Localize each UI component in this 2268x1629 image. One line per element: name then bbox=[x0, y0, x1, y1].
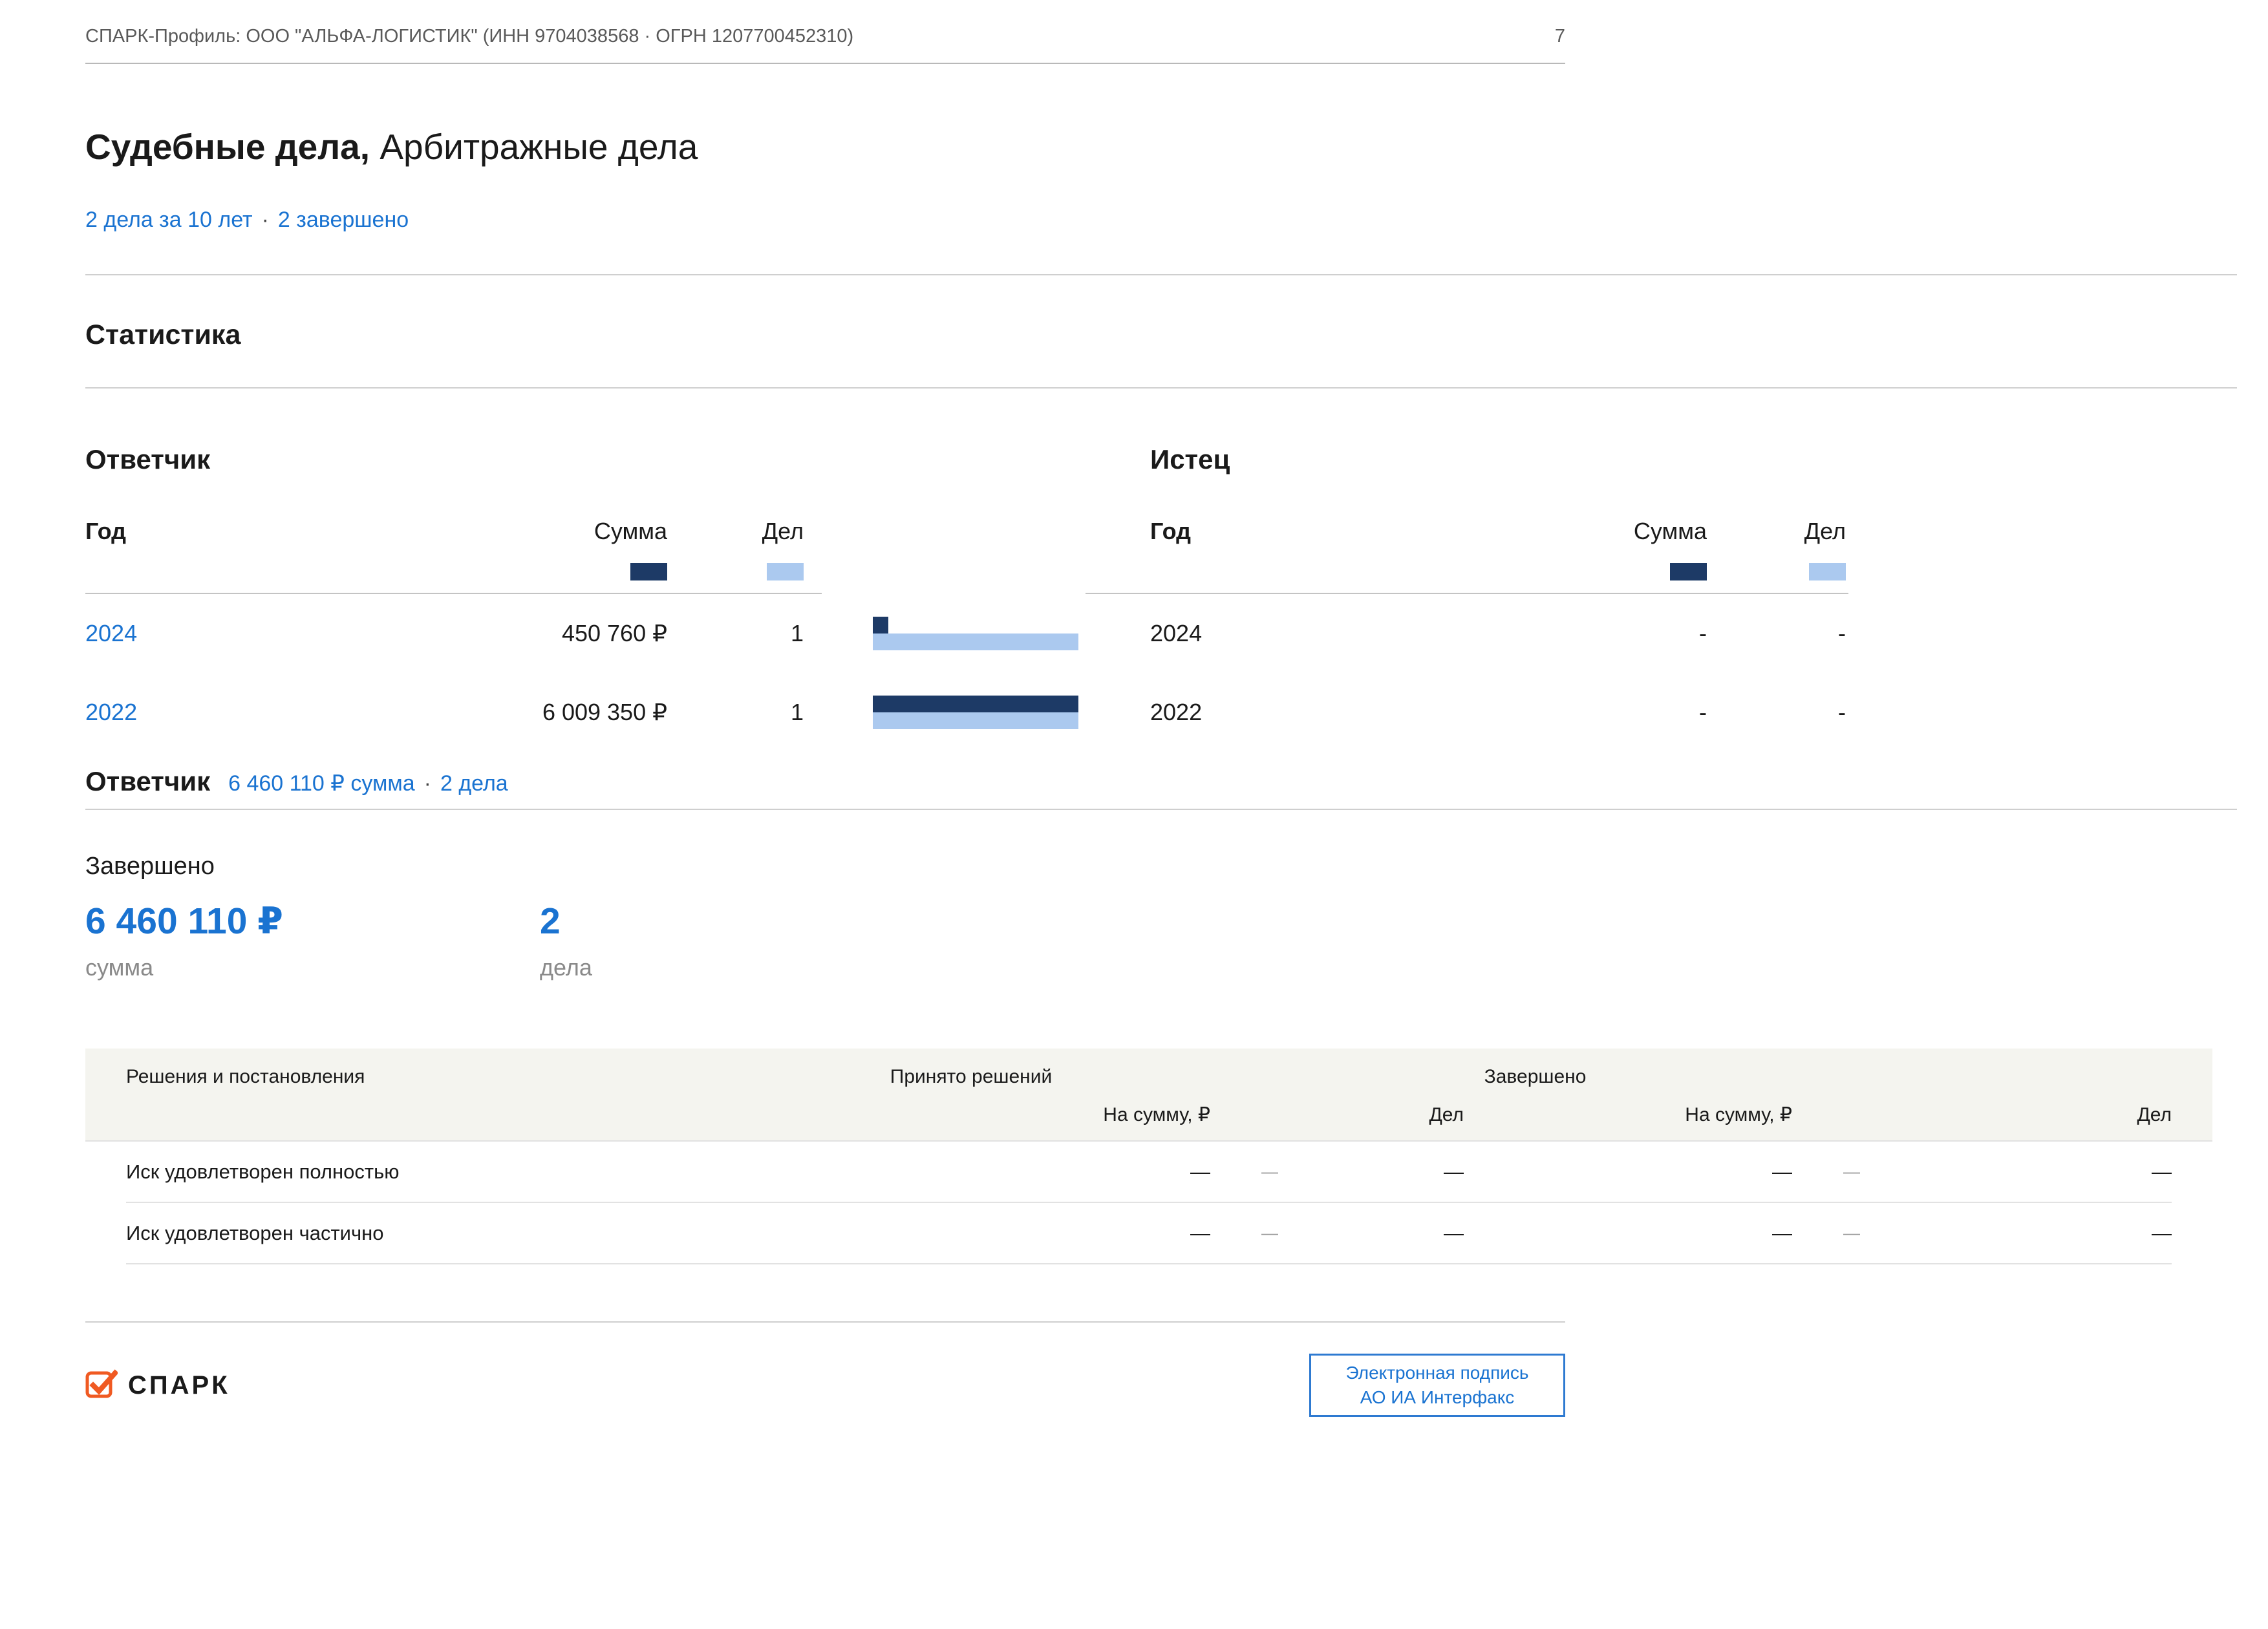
plaintiff-year: 2022 bbox=[1086, 699, 1409, 726]
defendant-year-link[interactable]: 2024 bbox=[85, 620, 137, 646]
completed-sum-header: На сумму, ₽ bbox=[1464, 1103, 1792, 1126]
footer-divider bbox=[85, 1321, 1565, 1323]
accepted-delta-value: — bbox=[1210, 1223, 1278, 1243]
completed-delta-value: — bbox=[1792, 1223, 1860, 1243]
accepted-cases-value: — bbox=[1278, 1222, 1464, 1245]
statistics-section: Ответчик Истец Год Сумма Дел Год Сумма Д… bbox=[85, 444, 2268, 752]
bar-chart-2024 bbox=[873, 617, 1078, 650]
completed-sum-value: 6 460 110 ₽ bbox=[85, 900, 540, 942]
plaintiff-heading: Истец bbox=[1086, 444, 1230, 475]
sum-bar bbox=[873, 617, 888, 634]
cases-bar bbox=[873, 712, 1078, 729]
separator-dot: · bbox=[262, 208, 269, 233]
decision-label: Иск удовлетворен полностью bbox=[126, 1160, 732, 1184]
divider bbox=[85, 274, 2237, 275]
completed-cases-value: — bbox=[1860, 1160, 2172, 1184]
table-header-rule bbox=[85, 593, 822, 594]
plaintiff-col-cases: Дел bbox=[1707, 518, 1846, 545]
defendant-totals: Ответчик 6 460 110 ₽ сумма · 2 дела bbox=[85, 766, 2268, 797]
defendant-sum-value: 6 009 350 ₽ bbox=[344, 699, 667, 726]
cases-legend-swatch bbox=[1809, 563, 1846, 580]
plaintiff-cases-value: - bbox=[1707, 620, 1846, 647]
accepted-sum-value: — bbox=[732, 1160, 1210, 1184]
defendant-col-year: Год bbox=[85, 518, 344, 545]
group-accepted-header: Принято решений bbox=[732, 1066, 1210, 1088]
defendant-year-link[interactable]: 2022 bbox=[85, 699, 137, 725]
accepted-cases-header: Дел bbox=[1278, 1104, 1464, 1126]
totals-sum-link[interactable]: 6 460 110 ₽ сумма bbox=[228, 771, 415, 796]
group-completed-header: Завершено bbox=[1278, 1066, 1792, 1088]
sum-legend-swatch bbox=[1670, 563, 1707, 580]
electronic-signature-box[interactable]: Электронная подпись АО ИА Интерфакс bbox=[1309, 1354, 1565, 1417]
cases-count-link[interactable]: 2 дела за 10 лет bbox=[85, 208, 253, 233]
defendant-sum-value: 450 760 ₽ bbox=[344, 620, 667, 647]
completed-count-link[interactable]: 2 завершено bbox=[278, 208, 409, 233]
decisions-label-header: Решения и постановления bbox=[126, 1066, 732, 1088]
completed-cases-caption: дела bbox=[540, 954, 592, 981]
totals-heading: Ответчик bbox=[85, 766, 210, 797]
divider bbox=[85, 387, 2237, 389]
summary-links: 2 дела за 10 лет · 2 завершено bbox=[85, 208, 2268, 233]
bar-chart-2022 bbox=[873, 696, 1078, 729]
page-title: Судебные дела, Арбитражные дела bbox=[85, 126, 2268, 167]
spark-logo-icon bbox=[85, 1368, 118, 1403]
accepted-sum-header: На сумму, ₽ bbox=[732, 1103, 1210, 1126]
completed-cases-value: 2 bbox=[540, 900, 592, 942]
divider bbox=[85, 809, 2237, 810]
completed-summary: 6 460 110 ₽ сумма 2 дела bbox=[85, 900, 2268, 981]
accepted-delta-value: — bbox=[1210, 1162, 1278, 1182]
spark-logo: СПАРК bbox=[85, 1368, 230, 1403]
plaintiff-col-year: Год bbox=[1086, 518, 1409, 545]
sum-legend-swatch bbox=[630, 563, 667, 580]
plaintiff-col-sum: Сумма bbox=[1409, 518, 1707, 545]
decisions-table: Решения и постановления Принято решений … bbox=[85, 1049, 2212, 1264]
table-header-rule bbox=[1086, 593, 1848, 594]
stats-row-2024: 2024 450 760 ₽ 1 2024 - - bbox=[85, 594, 2268, 673]
completed-sum-value: — bbox=[1464, 1160, 1792, 1184]
defendant-col-sum: Сумма bbox=[344, 518, 667, 545]
cases-bar bbox=[873, 634, 1078, 650]
completed-cases-header: Дел bbox=[1860, 1104, 2172, 1126]
footer: СПАРК Электронная подпись АО ИА Интерфак… bbox=[85, 1354, 1565, 1417]
decision-row: Иск удовлетворен полностью — — — — — — bbox=[126, 1142, 2172, 1203]
signature-line-2: АО ИА Интерфакс bbox=[1314, 1385, 1561, 1410]
defendant-cases-value: 1 bbox=[667, 699, 804, 726]
doc-header-title: СПАРК-Профиль: ООО "АЛЬФА-ЛОГИСТИК" (ИНН… bbox=[85, 26, 853, 47]
completed-delta-value: — bbox=[1792, 1162, 1860, 1182]
stats-row-2022: 2022 6 009 350 ₽ 1 2022 - - bbox=[85, 673, 2268, 752]
completed-sum-caption: сумма bbox=[85, 954, 540, 981]
completed-cases-value: — bbox=[1860, 1222, 2172, 1245]
signature-line-1: Электронная подпись bbox=[1314, 1361, 1561, 1385]
doc-header: СПАРК-Профиль: ООО "АЛЬФА-ЛОГИСТИК" (ИНН… bbox=[85, 26, 1565, 64]
defendant-col-cases: Дел bbox=[667, 518, 804, 545]
decisions-table-header: Решения и постановления Принято решений … bbox=[85, 1049, 2212, 1142]
defendant-cases-value: 1 bbox=[667, 620, 804, 647]
page-number: 7 bbox=[1555, 26, 1565, 47]
defendant-heading: Ответчик bbox=[85, 444, 210, 475]
page-title-regular: Арбитражные дела bbox=[380, 127, 698, 167]
decision-row: Иск удовлетворен частично — — — — — — bbox=[126, 1203, 2172, 1264]
completed-label: Завершено bbox=[85, 853, 2268, 880]
totals-cases-link[interactable]: 2 дела bbox=[440, 771, 508, 796]
plaintiff-sum-value: - bbox=[1409, 620, 1707, 647]
accepted-cases-value: — bbox=[1278, 1160, 1464, 1184]
decision-label: Иск удовлетворен частично bbox=[126, 1222, 732, 1245]
plaintiff-sum-value: - bbox=[1409, 699, 1707, 726]
completed-sum-value: — bbox=[1464, 1222, 1792, 1245]
plaintiff-year: 2024 bbox=[1086, 620, 1409, 647]
sum-bar bbox=[873, 696, 1078, 712]
accepted-sum-value: — bbox=[732, 1222, 1210, 1245]
page-title-bold: Судебные дела, bbox=[85, 127, 370, 167]
separator-dot: · bbox=[424, 771, 431, 796]
cases-legend-swatch bbox=[767, 563, 804, 580]
spark-logo-text: СПАРК bbox=[128, 1371, 230, 1400]
plaintiff-cases-value: - bbox=[1707, 699, 1846, 726]
statistics-heading: Статистика bbox=[85, 319, 2268, 351]
